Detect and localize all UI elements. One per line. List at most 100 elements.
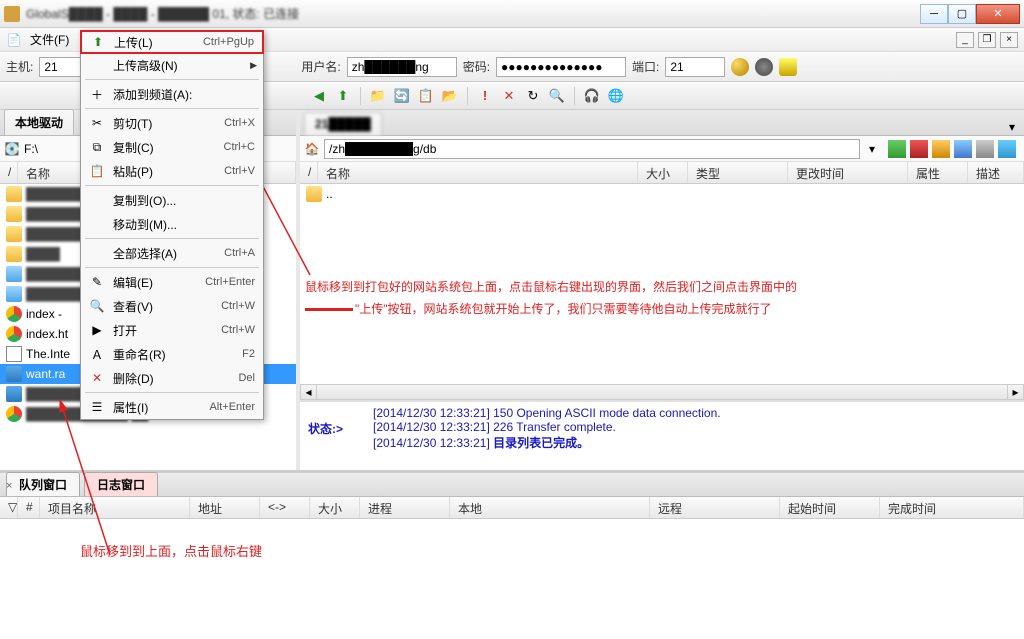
ctx-i[interactable]: ☰属性(I)Alt+Enter xyxy=(81,395,263,419)
q-col-size[interactable]: 大小 xyxy=(310,497,360,518)
col-type-remote[interactable]: 类型 xyxy=(688,162,788,183)
ctx-shortcut: Ctrl+Enter xyxy=(205,276,255,288)
list-icon[interactable]: 📋 xyxy=(417,87,435,105)
inner-restore-button[interactable]: ❐ xyxy=(978,32,996,48)
back-icon[interactable]: ◀ xyxy=(310,87,328,105)
file-name: The.Inte xyxy=(26,347,70,361)
ctx-a[interactable]: ＋添加到频道(A): xyxy=(81,82,263,106)
img-icon xyxy=(6,266,22,282)
col-name-remote[interactable]: 名称 xyxy=(318,162,638,183)
menu-file[interactable]: 文件(F) xyxy=(22,29,77,50)
ctx-shortcut: Alt+Enter xyxy=(209,401,255,413)
ctx-n[interactable]: 上传高级(N)▶ xyxy=(81,53,263,77)
q-col-end[interactable]: 完成时间 xyxy=(880,497,1024,518)
chrome-icon xyxy=(6,306,22,322)
newfolder-icon[interactable]: 📂 xyxy=(441,87,459,105)
ctx-label: 删除(D) xyxy=(113,370,230,387)
q-col-local[interactable]: 本地 xyxy=(450,497,650,518)
ctx-o[interactable]: 复制到(O)... xyxy=(81,188,263,212)
port-input[interactable] xyxy=(665,57,725,77)
ctx-shortcut: Ctrl+V xyxy=(224,165,255,177)
col-size-remote[interactable]: 大小 xyxy=(638,162,688,183)
file-name: ████ xyxy=(26,247,60,261)
col-attr-remote[interactable]: 属性 xyxy=(908,162,968,183)
local-tab[interactable]: 本地驱动 xyxy=(4,109,74,135)
open-icon: ▶ xyxy=(89,322,105,338)
delete-icon[interactable]: ✕ xyxy=(500,87,518,105)
bookmark-icon[interactable] xyxy=(779,58,797,76)
q-col-item[interactable]: 项目名称 xyxy=(40,497,190,518)
q-col-start[interactable]: 起始时间 xyxy=(780,497,880,518)
close-button[interactable]: ✕ xyxy=(976,4,1020,24)
panel-close-icon[interactable]: × xyxy=(6,480,18,492)
headphones-icon[interactable]: 🎧 xyxy=(583,87,601,105)
q-col-num[interactable]: # xyxy=(18,497,40,518)
tool-sync-icon[interactable] xyxy=(954,140,972,158)
log-line: [2014/12/30 12:33:21] 150 Opening ASCII … xyxy=(373,406,721,420)
ctx-label: 上传高级(N) xyxy=(113,57,255,74)
ctx-[interactable]: ▶打开Ctrl+W xyxy=(81,318,263,342)
tool-compare-icon[interactable] xyxy=(976,140,994,158)
ctx-label: 全部选择(A) xyxy=(113,245,216,262)
ctx-shortcut: Del xyxy=(238,372,255,384)
col-modified-remote[interactable]: 更改时间 xyxy=(788,162,908,183)
remote-home-icon[interactable]: 🏠 xyxy=(304,141,320,157)
search-icon[interactable]: 🔍 xyxy=(548,87,566,105)
queue-body[interactable]: 鼠标移到到上面，点击鼠标右键 xyxy=(0,519,1024,567)
remote-hscrollbar[interactable]: ◂▸ xyxy=(300,384,1024,400)
ctx-p[interactable]: 📋粘贴(P)Ctrl+V xyxy=(81,159,263,183)
ctx-m[interactable]: 移动到(M)... xyxy=(81,212,263,236)
ctx-l[interactable]: ⬆上传(L)Ctrl+PgUp xyxy=(80,30,264,54)
pass-input[interactable] xyxy=(496,57,626,77)
ctx-c[interactable]: ⧉复制(C)Ctrl+C xyxy=(81,135,263,159)
view-icon: 🔍 xyxy=(89,298,105,314)
inner-close-button[interactable]: × xyxy=(1000,32,1018,48)
connect-icon[interactable] xyxy=(731,58,749,76)
file-name: index.ht xyxy=(26,327,68,341)
tool-terminal-icon[interactable] xyxy=(998,140,1016,158)
tab-menu-icon[interactable]: ▾ xyxy=(1004,119,1020,135)
maximize-button[interactable]: ▢ xyxy=(948,4,976,24)
delete-icon: ✕ xyxy=(89,370,105,386)
col-desc-remote[interactable]: 描述 xyxy=(968,162,1024,183)
app-icon xyxy=(4,6,20,22)
sync-icon[interactable]: ↻ xyxy=(524,87,542,105)
tab-log[interactable]: 日志窗口 xyxy=(84,472,158,496)
user-input[interactable] xyxy=(347,57,457,77)
ctx-a[interactable]: 全部选择(A)Ctrl+A xyxy=(81,241,263,265)
blank-icon xyxy=(89,245,105,261)
minimize-button[interactable]: ─ xyxy=(920,4,948,24)
refresh-icon[interactable]: 🔄 xyxy=(393,87,411,105)
rename-icon: Ａ xyxy=(89,346,105,362)
props-icon: ☰ xyxy=(89,399,105,415)
ctx-e[interactable]: ✎编辑(E)Ctrl+Enter xyxy=(81,270,263,294)
ctx-d[interactable]: ✕ 删除(D) Del xyxy=(81,366,263,390)
inner-minimize-button[interactable]: _ xyxy=(956,32,974,48)
tool-filter-icon[interactable] xyxy=(932,140,950,158)
q-col-remote[interactable]: 远程 xyxy=(650,497,780,518)
q-col-dir[interactable]: <-> xyxy=(260,497,310,518)
globe-icon[interactable]: 🌐 xyxy=(607,87,625,105)
drive-icon[interactable]: 💽 xyxy=(4,141,20,157)
remote-path-input[interactable] xyxy=(324,139,860,159)
up-icon[interactable]: ⬆ xyxy=(334,87,352,105)
ctx-v[interactable]: 🔍查看(V)Ctrl+W xyxy=(81,294,263,318)
tool-book-icon[interactable] xyxy=(910,140,928,158)
folder-icon[interactable]: 📁 xyxy=(369,87,387,105)
tool-transfer-icon[interactable] xyxy=(888,140,906,158)
col-icon[interactable]: / xyxy=(0,162,18,183)
path-dropdown-icon[interactable]: ▾ xyxy=(864,141,880,157)
ctx-r[interactable]: Ａ重命名(R)F2 xyxy=(81,342,263,366)
q-col-tri[interactable]: ▽ xyxy=(0,497,18,518)
q-col-addr[interactable]: 地址 xyxy=(190,497,260,518)
col-icon-remote[interactable]: / xyxy=(300,162,318,183)
port-label: 端口: xyxy=(632,58,659,75)
file-new-icon[interactable]: 📄 xyxy=(6,32,22,48)
settings-icon[interactable] xyxy=(755,58,773,76)
warning-icon[interactable]: ! xyxy=(476,87,494,105)
q-col-progress[interactable]: 进程 xyxy=(360,497,450,518)
remote-tab[interactable]: 21█████ xyxy=(304,112,382,135)
local-path: F:\ xyxy=(24,142,38,156)
ctx-t[interactable]: ✂剪切(T)Ctrl+X xyxy=(81,111,263,135)
ctx-label: 复制到(O)... xyxy=(113,192,255,209)
